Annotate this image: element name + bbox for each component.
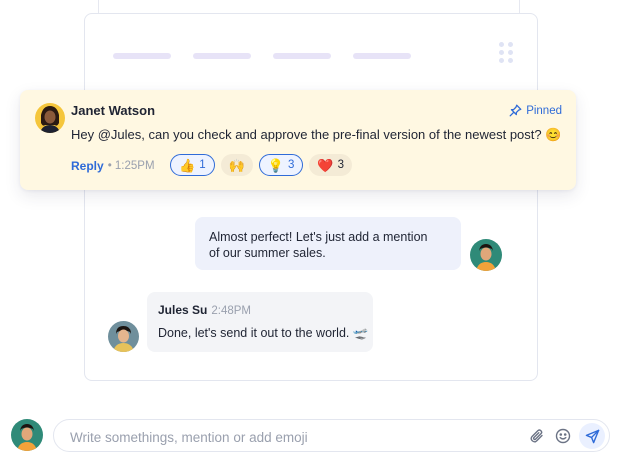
reaction-heart[interactable]: ❤️ 3	[309, 154, 352, 176]
reaction-light-bulb[interactable]: 💡 3	[258, 154, 304, 176]
avatar-jules-su	[108, 321, 139, 352]
message-text: Hey @Jules, can you check and approve th…	[71, 127, 562, 142]
skeleton-line	[113, 53, 171, 59]
message-composer	[53, 419, 610, 452]
message-text-line: of our summer sales.	[209, 246, 326, 260]
skeleton-line	[193, 53, 251, 59]
send-icon	[585, 429, 599, 443]
message-time: • 1:25PM	[107, 160, 155, 172]
smiley-icon[interactable]	[553, 426, 573, 446]
paperclip-icon[interactable]	[527, 426, 547, 446]
message-text-line: Almost perfect! Let's just add a mention	[209, 230, 428, 244]
send-button[interactable]	[579, 423, 605, 449]
avatar-composer-user	[11, 419, 43, 451]
message-bubble-incoming: Jules Su 2:48PM Done, let's send it out …	[147, 292, 373, 352]
reaction-raised-hands[interactable]: 🙌	[220, 154, 253, 176]
drag-handle-icon[interactable]	[499, 42, 515, 64]
avatar-janet-watson	[35, 103, 65, 133]
message-time: 2:48PM	[211, 305, 251, 317]
message-input[interactable]	[68, 427, 512, 447]
author-name: Janet Watson	[71, 103, 156, 118]
pinned-badge[interactable]: Pinned	[509, 104, 562, 117]
reaction-thumbs-up[interactable]: 👍 1	[170, 154, 215, 176]
pinned-message: Janet Watson Pinned Hey @Jules, can you …	[20, 90, 576, 190]
skeleton-line	[353, 53, 411, 59]
pinned-label: Pinned	[526, 104, 562, 117]
message-bubble-outgoing: Almost perfect! Let's just add a mention…	[195, 217, 461, 270]
reactions: 👍 1 🙌 💡 3 ❤️ 3	[170, 154, 352, 176]
reply-button[interactable]: Reply	[71, 159, 104, 173]
pin-icon	[509, 104, 522, 117]
skeleton-line	[273, 53, 331, 59]
avatar-current-user	[470, 239, 502, 271]
author-name: Jules Su	[158, 303, 208, 317]
message-text: Done, let's send it out to the world. 🛫	[158, 326, 369, 340]
